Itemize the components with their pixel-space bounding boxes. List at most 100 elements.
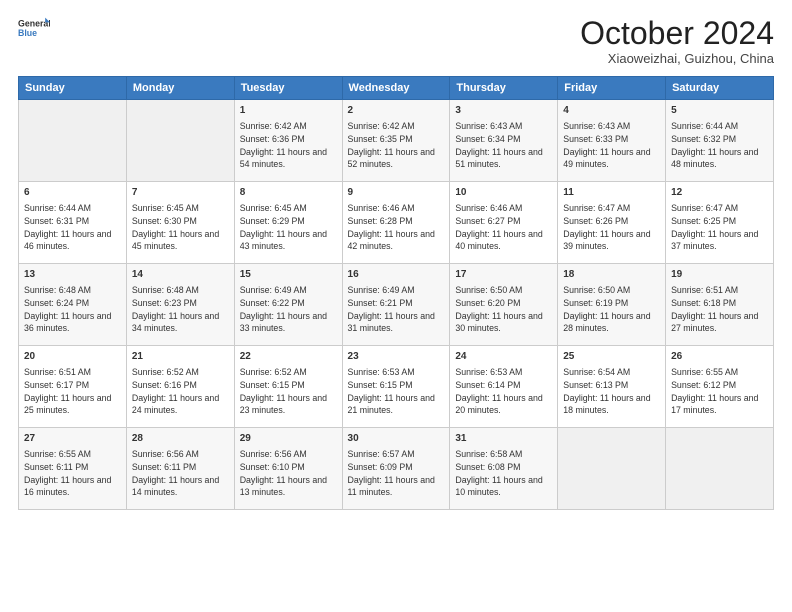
day-info: Sunrise: 6:43 AM Sunset: 6:34 PM Dayligh…	[455, 120, 552, 171]
calendar-cell	[558, 428, 666, 510]
day-number: 30	[348, 432, 445, 446]
day-number: 2	[348, 104, 445, 118]
day-number: 15	[240, 268, 337, 282]
calendar-cell: 27 Sunrise: 6:55 AM Sunset: 6:11 PM Dayli…	[19, 428, 127, 510]
day-info: Sunrise: 6:51 AM Sunset: 6:18 PM Dayligh…	[671, 284, 768, 335]
day-info: Sunrise: 6:54 AM Sunset: 6:13 PM Dayligh…	[563, 366, 660, 417]
day-info: Sunrise: 6:55 AM Sunset: 6:12 PM Dayligh…	[671, 366, 768, 417]
calendar-cell: 10 Sunrise: 6:46 AM Sunset: 6:27 PM Dayli…	[450, 182, 558, 264]
weekday-header: Friday	[558, 77, 666, 100]
day-number: 16	[348, 268, 445, 282]
day-info: Sunrise: 6:44 AM Sunset: 6:32 PM Dayligh…	[671, 120, 768, 171]
weekday-header: Tuesday	[234, 77, 342, 100]
calendar-cell: 14Sunrise: 6:48 AM Sunset: 6:23 PM Dayli…	[126, 264, 234, 346]
day-number: 18	[563, 268, 660, 282]
svg-text:Blue: Blue	[18, 28, 37, 38]
day-number: 5	[671, 104, 768, 118]
day-info: Sunrise: 6:42 AM Sunset: 6:35 PM Dayligh…	[348, 120, 445, 171]
day-number: 17	[455, 268, 552, 282]
calendar-header: SundayMondayTuesdayWednesdayThursdayFrid…	[19, 77, 774, 100]
day-number: 20	[24, 350, 121, 364]
day-info: Sunrise: 6:56 AM Sunset: 6:10 PM Dayligh…	[240, 448, 337, 499]
day-info: Sunrise: 6:46 AM Sunset: 6:28 PM Dayligh…	[348, 202, 445, 253]
calendar-cell: 26 Sunrise: 6:55 AM Sunset: 6:12 PM Dayli…	[666, 346, 774, 428]
logo-icon: General Blue	[18, 16, 50, 44]
day-number: 29	[240, 432, 337, 446]
calendar-cell: 19 Sunrise: 6:51 AM Sunset: 6:18 PM Dayli…	[666, 264, 774, 346]
day-number: 23	[348, 350, 445, 364]
day-number: 19	[671, 268, 768, 282]
calendar-cell: 20 Sunrise: 6:51 AM Sunset: 6:17 PM Dayli…	[19, 346, 127, 428]
calendar-cell: 25 Sunrise: 6:54 AM Sunset: 6:13 PM Dayli…	[558, 346, 666, 428]
calendar-cell: 11 Sunrise: 6:47 AM Sunset: 6:26 PM Dayli…	[558, 182, 666, 264]
logo: General Blue	[18, 16, 50, 44]
calendar-cell: 9Sunrise: 6:46 AM Sunset: 6:28 PM Daylig…	[342, 182, 450, 264]
day-info: Sunrise: 6:52 AM Sunset: 6:16 PM Dayligh…	[132, 366, 229, 417]
day-info: Sunrise: 6:50 AM Sunset: 6:19 PM Dayligh…	[563, 284, 660, 335]
calendar-cell: 22Sunrise: 6:52 AM Sunset: 6:15 PM Dayli…	[234, 346, 342, 428]
day-info: Sunrise: 6:45 AM Sunset: 6:30 PM Dayligh…	[132, 202, 229, 253]
calendar-week-row: 13Sunrise: 6:48 AM Sunset: 6:24 PM Dayli…	[19, 264, 774, 346]
day-info: Sunrise: 6:50 AM Sunset: 6:20 PM Dayligh…	[455, 284, 552, 335]
day-info: Sunrise: 6:55 AM Sunset: 6:11 PM Dayligh…	[24, 448, 121, 499]
calendar-cell: 7Sunrise: 6:45 AM Sunset: 6:30 PM Daylig…	[126, 182, 234, 264]
day-info: Sunrise: 6:46 AM Sunset: 6:27 PM Dayligh…	[455, 202, 552, 253]
calendar-week-row: 1 Sunrise: 6:42 AM Sunset: 6:36 PM Daylig…	[19, 100, 774, 182]
calendar-cell	[126, 100, 234, 182]
day-info: Sunrise: 6:58 AM Sunset: 6:08 PM Dayligh…	[455, 448, 552, 499]
calendar-cell: 31 Sunrise: 6:58 AM Sunset: 6:08 PM Dayli…	[450, 428, 558, 510]
day-number: 25	[563, 350, 660, 364]
day-info: Sunrise: 6:45 AM Sunset: 6:29 PM Dayligh…	[240, 202, 337, 253]
day-info: Sunrise: 6:47 AM Sunset: 6:26 PM Dayligh…	[563, 202, 660, 253]
day-number: 13	[24, 268, 121, 282]
calendar-cell: 4Sunrise: 6:43 AM Sunset: 6:33 PM Daylig…	[558, 100, 666, 182]
day-number: 8	[240, 186, 337, 200]
day-number: 26	[671, 350, 768, 364]
calendar-cell: 12Sunrise: 6:47 AM Sunset: 6:25 PM Dayli…	[666, 182, 774, 264]
calendar-cell: 28 Sunrise: 6:56 AM Sunset: 6:11 PM Dayli…	[126, 428, 234, 510]
day-number: 21	[132, 350, 229, 364]
calendar-cell: 23Sunrise: 6:53 AM Sunset: 6:15 PM Dayli…	[342, 346, 450, 428]
subtitle: Xiaoweizhai, Guizhou, China	[580, 51, 774, 66]
day-info: Sunrise: 6:43 AM Sunset: 6:33 PM Dayligh…	[563, 120, 660, 171]
title-block: October 2024 Xiaoweizhai, Guizhou, China	[580, 16, 774, 66]
calendar-cell: 6Sunrise: 6:44 AM Sunset: 6:31 PM Daylig…	[19, 182, 127, 264]
day-info: Sunrise: 6:57 AM Sunset: 6:09 PM Dayligh…	[348, 448, 445, 499]
day-info: Sunrise: 6:53 AM Sunset: 6:14 PM Dayligh…	[455, 366, 552, 417]
calendar-cell	[19, 100, 127, 182]
day-number: 27	[24, 432, 121, 446]
calendar-cell: 8 Sunrise: 6:45 AM Sunset: 6:29 PM Daylig…	[234, 182, 342, 264]
weekday-header: Monday	[126, 77, 234, 100]
day-info: Sunrise: 6:42 AM Sunset: 6:36 PM Dayligh…	[240, 120, 337, 171]
calendar-cell: 24Sunrise: 6:53 AM Sunset: 6:14 PM Dayli…	[450, 346, 558, 428]
weekday-header: Wednesday	[342, 77, 450, 100]
day-info: Sunrise: 6:51 AM Sunset: 6:17 PM Dayligh…	[24, 366, 121, 417]
calendar-week-row: 20 Sunrise: 6:51 AM Sunset: 6:17 PM Dayli…	[19, 346, 774, 428]
day-number: 11	[563, 186, 660, 200]
day-number: 6	[24, 186, 121, 200]
day-number: 28	[132, 432, 229, 446]
calendar-cell: 2 Sunrise: 6:42 AM Sunset: 6:35 PM Daylig…	[342, 100, 450, 182]
day-info: Sunrise: 6:49 AM Sunset: 6:22 PM Dayligh…	[240, 284, 337, 335]
page-header: General Blue October 2024 Xiaoweizhai, G…	[18, 16, 774, 66]
weekday-header: Saturday	[666, 77, 774, 100]
weekday-header: Sunday	[19, 77, 127, 100]
day-number: 10	[455, 186, 552, 200]
day-info: Sunrise: 6:56 AM Sunset: 6:11 PM Dayligh…	[132, 448, 229, 499]
calendar-table: SundayMondayTuesdayWednesdayThursdayFrid…	[18, 76, 774, 510]
calendar-cell: 5 Sunrise: 6:44 AM Sunset: 6:32 PM Daylig…	[666, 100, 774, 182]
main-title: October 2024	[580, 16, 774, 51]
day-info: Sunrise: 6:49 AM Sunset: 6:21 PM Dayligh…	[348, 284, 445, 335]
day-number: 1	[240, 104, 337, 118]
calendar-week-row: 27 Sunrise: 6:55 AM Sunset: 6:11 PM Dayli…	[19, 428, 774, 510]
calendar-cell: 18 Sunrise: 6:50 AM Sunset: 6:19 PM Dayli…	[558, 264, 666, 346]
day-info: Sunrise: 6:48 AM Sunset: 6:23 PM Dayligh…	[132, 284, 229, 335]
calendar-cell: 29 Sunrise: 6:56 AM Sunset: 6:10 PM Dayli…	[234, 428, 342, 510]
calendar-body: 1 Sunrise: 6:42 AM Sunset: 6:36 PM Daylig…	[19, 100, 774, 510]
day-number: 12	[671, 186, 768, 200]
calendar-cell: 3Sunrise: 6:43 AM Sunset: 6:34 PM Daylig…	[450, 100, 558, 182]
day-number: 31	[455, 432, 552, 446]
weekday-header: Thursday	[450, 77, 558, 100]
calendar-cell	[666, 428, 774, 510]
calendar-cell: 15 Sunrise: 6:49 AM Sunset: 6:22 PM Dayli…	[234, 264, 342, 346]
